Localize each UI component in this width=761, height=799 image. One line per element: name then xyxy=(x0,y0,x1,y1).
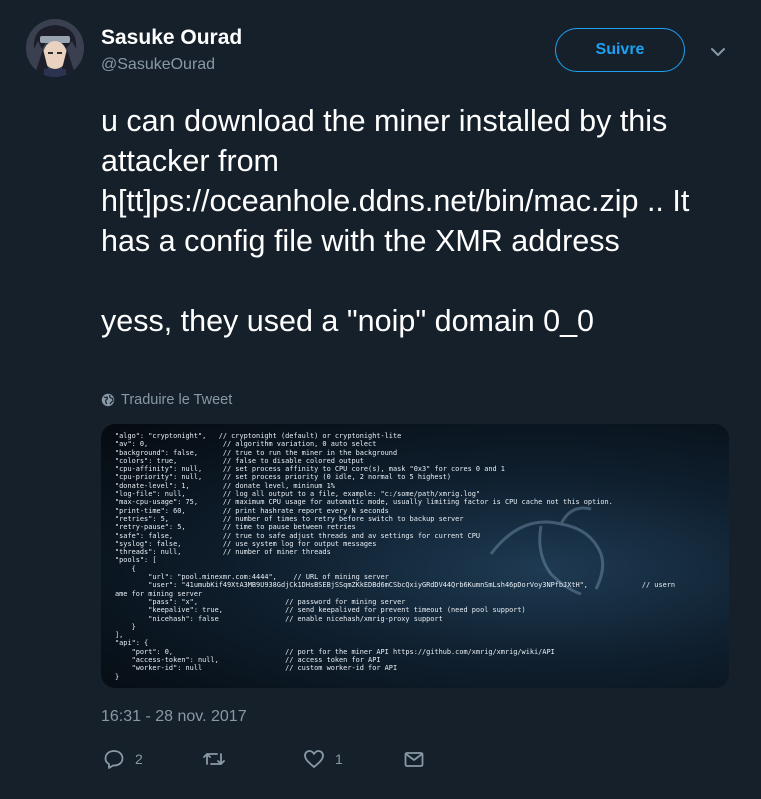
reply-button[interactable]: 2 xyxy=(103,748,143,770)
globe-icon xyxy=(101,393,115,407)
code-screenshot-text: "algo": "cryptonight", // cryptonight (d… xyxy=(115,432,676,681)
retweet-button[interactable] xyxy=(202,748,226,770)
like-button[interactable]: 1 xyxy=(303,748,343,770)
translate-link[interactable]: Traduire le Tweet xyxy=(101,392,232,408)
author-handle[interactable]: @SasukeOurad xyxy=(101,56,215,74)
tweet-text: u can download the miner installed by th… xyxy=(101,104,690,338)
message-button[interactable] xyxy=(403,748,425,770)
like-icon xyxy=(303,748,325,770)
follow-button[interactable]: Suivre xyxy=(555,28,685,72)
avatar[interactable] xyxy=(26,19,84,77)
tweet-timestamp[interactable]: 16:31 - 28 nov. 2017 xyxy=(101,708,247,726)
reply-count: 2 xyxy=(135,751,143,767)
like-count: 1 xyxy=(335,751,343,767)
retweet-icon xyxy=(202,748,226,770)
translate-label: Traduire le Tweet xyxy=(121,392,233,408)
author-name[interactable]: Sasuke Ourad xyxy=(101,26,242,50)
message-icon xyxy=(403,748,425,770)
reply-icon xyxy=(103,748,125,770)
tweet-media-image[interactable]: "algo": "cryptonight", // cryptonight (d… xyxy=(101,424,729,688)
chevron-down-icon[interactable] xyxy=(707,41,729,63)
